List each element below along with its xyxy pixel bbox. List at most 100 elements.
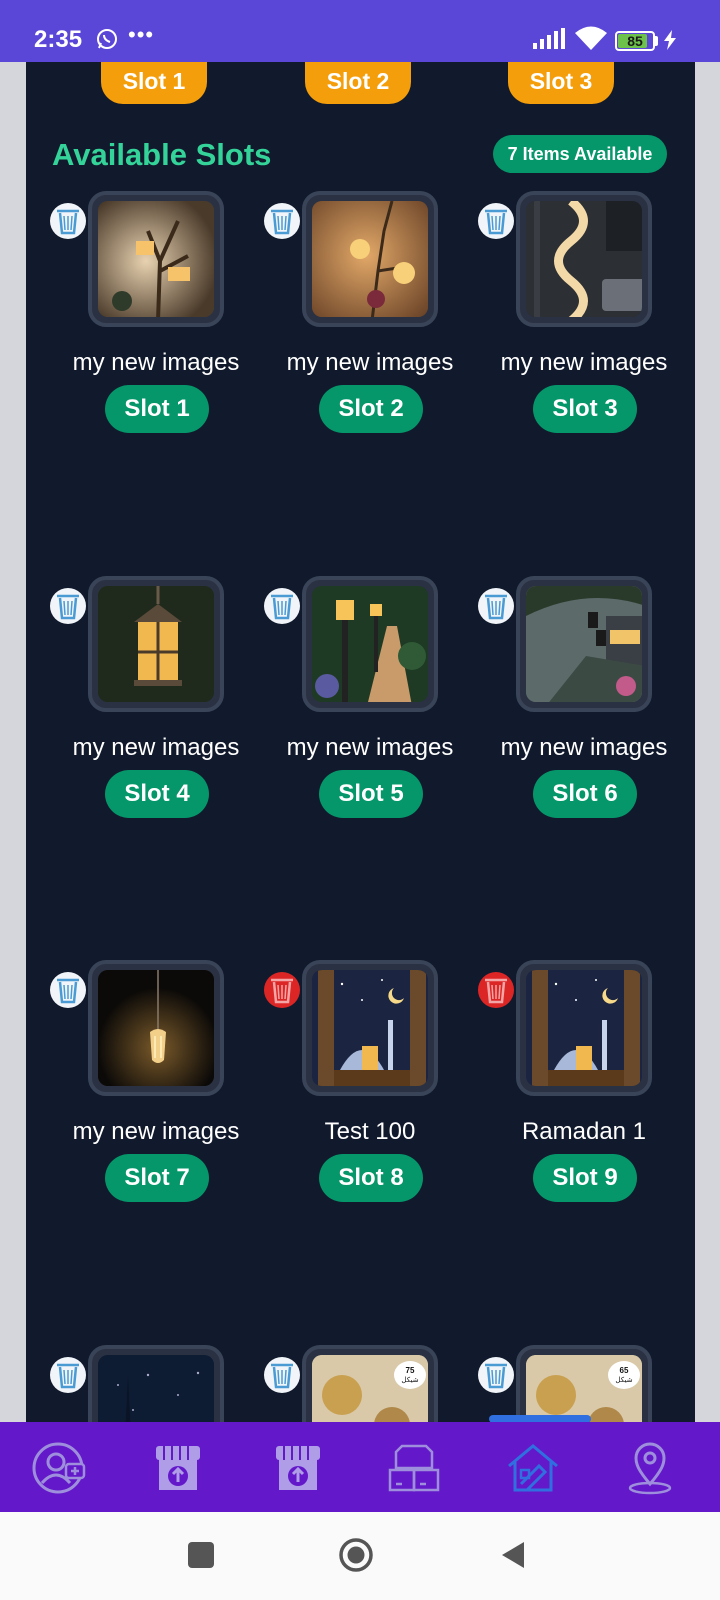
more-notifications-icon: ••• [128, 22, 155, 47]
home-button[interactable] [338, 1537, 374, 1573]
trash-icon [57, 209, 79, 235]
shop-75-thumbnail: 75 شيكل [312, 1355, 428, 1422]
trash-icon [57, 978, 79, 1004]
back-button[interactable] [500, 1540, 526, 1570]
branch-lamp-thumbnail [98, 201, 214, 317]
store-upload-icon-2[interactable] [270, 1440, 326, 1496]
battery-icon: 85 [615, 31, 655, 51]
slot-thumbnail[interactable] [516, 960, 652, 1096]
slot-card: my new images Slot 7 [50, 960, 260, 1220]
slot-thumbnail[interactable] [516, 576, 652, 712]
slot-card: my new images Slot 3 [478, 191, 688, 451]
slot-thumbnail[interactable] [516, 191, 652, 327]
card-title: my new images [286, 349, 454, 376]
price-tag: 65 [620, 1366, 629, 1375]
whatsapp-icon [97, 29, 117, 49]
trash-icon [57, 1363, 79, 1389]
trash-icon [271, 209, 293, 235]
slot-card: my new images Slot 6 [478, 576, 688, 836]
store-upload-icon[interactable] [150, 1440, 206, 1496]
slot-card-partial: 65 شيكل [478, 1345, 688, 1422]
top-slot-pill-3[interactable]: Slot 3 [508, 62, 614, 104]
slot-card: my new images Slot 4 [50, 576, 260, 836]
slot-button[interactable]: Slot 8 [319, 1154, 423, 1202]
slot-button[interactable]: Slot 2 [319, 385, 423, 433]
slot-thumbnail[interactable] [88, 960, 224, 1096]
items-count-badge: 7 Items Available [493, 135, 667, 173]
slot-button[interactable]: Slot 6 [533, 770, 637, 818]
garden-path-thumbnail [312, 586, 428, 702]
delete-button[interactable] [264, 1357, 300, 1393]
status-time: 2:35 [34, 26, 83, 53]
slot-button[interactable]: Slot 5 [319, 770, 423, 818]
slot-thumbnail[interactable] [88, 191, 224, 327]
card-title: my new images [500, 734, 668, 761]
spiral-lamp-thumbnail [526, 201, 642, 317]
trash-icon [271, 978, 293, 1004]
delete-button[interactable] [50, 1357, 86, 1393]
delete-button[interactable] [50, 588, 86, 624]
ramadan-thumbnail [526, 970, 642, 1086]
price-tag: 75 [406, 1366, 415, 1375]
card-title: Test 100 [324, 1118, 416, 1145]
bulb-thumbnail [98, 970, 214, 1086]
slot-thumbnail[interactable] [302, 960, 438, 1096]
delete-button[interactable] [478, 1357, 514, 1393]
slot-card: my new images Slot 2 [264, 191, 474, 451]
trash-icon [485, 978, 507, 1004]
slot-thumbnail[interactable] [88, 1345, 224, 1422]
street-lanterns-thumbnail [526, 586, 642, 702]
recents-button[interactable] [188, 1542, 214, 1568]
trash-icon [485, 209, 507, 235]
wall-lamps-thumbnail [312, 201, 428, 317]
location-pin-icon[interactable] [622, 1440, 678, 1496]
slot-thumbnail[interactable]: 65 شيكل [516, 1345, 652, 1422]
card-title: Ramadan 1 [521, 1118, 647, 1145]
bottom-navigation [0, 1422, 720, 1512]
home-design-icon[interactable] [505, 1440, 561, 1496]
slot-card: Ramadan 1 Slot 9 [478, 960, 688, 1220]
slot-thumbnail[interactable] [302, 191, 438, 327]
night-sky-thumbnail [98, 1355, 214, 1422]
slot-button[interactable]: Slot 7 [105, 1154, 209, 1202]
slot-thumbnail[interactable] [88, 576, 224, 712]
slot-card-partial [50, 1345, 260, 1422]
delete-button[interactable] [264, 588, 300, 624]
card-title: my new images [72, 734, 240, 761]
slot-thumbnail[interactable]: 75 شيكل [302, 1345, 438, 1422]
trash-icon [271, 1363, 293, 1389]
top-slot-pill-2[interactable]: Slot 2 [305, 62, 411, 104]
ramadan-thumbnail [312, 970, 428, 1086]
slot-card: my new images Slot 5 [264, 576, 474, 836]
slot-button[interactable]: Slot 9 [533, 1154, 637, 1202]
shop-65-thumbnail: 65 شيكل [526, 1355, 642, 1422]
boxes-icon[interactable] [386, 1440, 442, 1496]
delete-button[interactable] [50, 203, 86, 239]
svg-text:شيكل: شيكل [401, 1376, 418, 1384]
slot-button[interactable]: Slot 1 [105, 385, 209, 433]
slots-panel: Slot 1 Slot 2 Slot 3 Available Slots 7 I… [26, 62, 695, 1422]
slot-card-partial: 75 شيكل [264, 1345, 474, 1422]
slot-button[interactable]: Slot 4 [105, 770, 209, 818]
delete-button[interactable] [478, 972, 514, 1008]
trash-icon [485, 1363, 507, 1389]
delete-button[interactable] [50, 972, 86, 1008]
signal-icon [533, 28, 565, 49]
slot-button[interactable]: Slot 3 [533, 385, 637, 433]
card-title: my new images [72, 1118, 240, 1145]
status-bar: 2:35 ••• 85 [0, 0, 720, 62]
card-title: my new images [500, 349, 668, 376]
delete-button[interactable] [264, 203, 300, 239]
svg-text:شيكل: شيكل [615, 1376, 632, 1384]
trash-icon [485, 594, 507, 620]
charging-icon [664, 30, 676, 50]
add-user-icon[interactable] [32, 1440, 88, 1496]
trash-icon [271, 594, 293, 620]
system-navigation-bar [0, 1512, 720, 1600]
wifi-icon [575, 26, 607, 50]
delete-button[interactable] [478, 588, 514, 624]
slot-thumbnail[interactable] [302, 576, 438, 712]
delete-button[interactable] [264, 972, 300, 1008]
delete-button[interactable] [478, 203, 514, 239]
top-slot-pill-1[interactable]: Slot 1 [101, 62, 207, 104]
